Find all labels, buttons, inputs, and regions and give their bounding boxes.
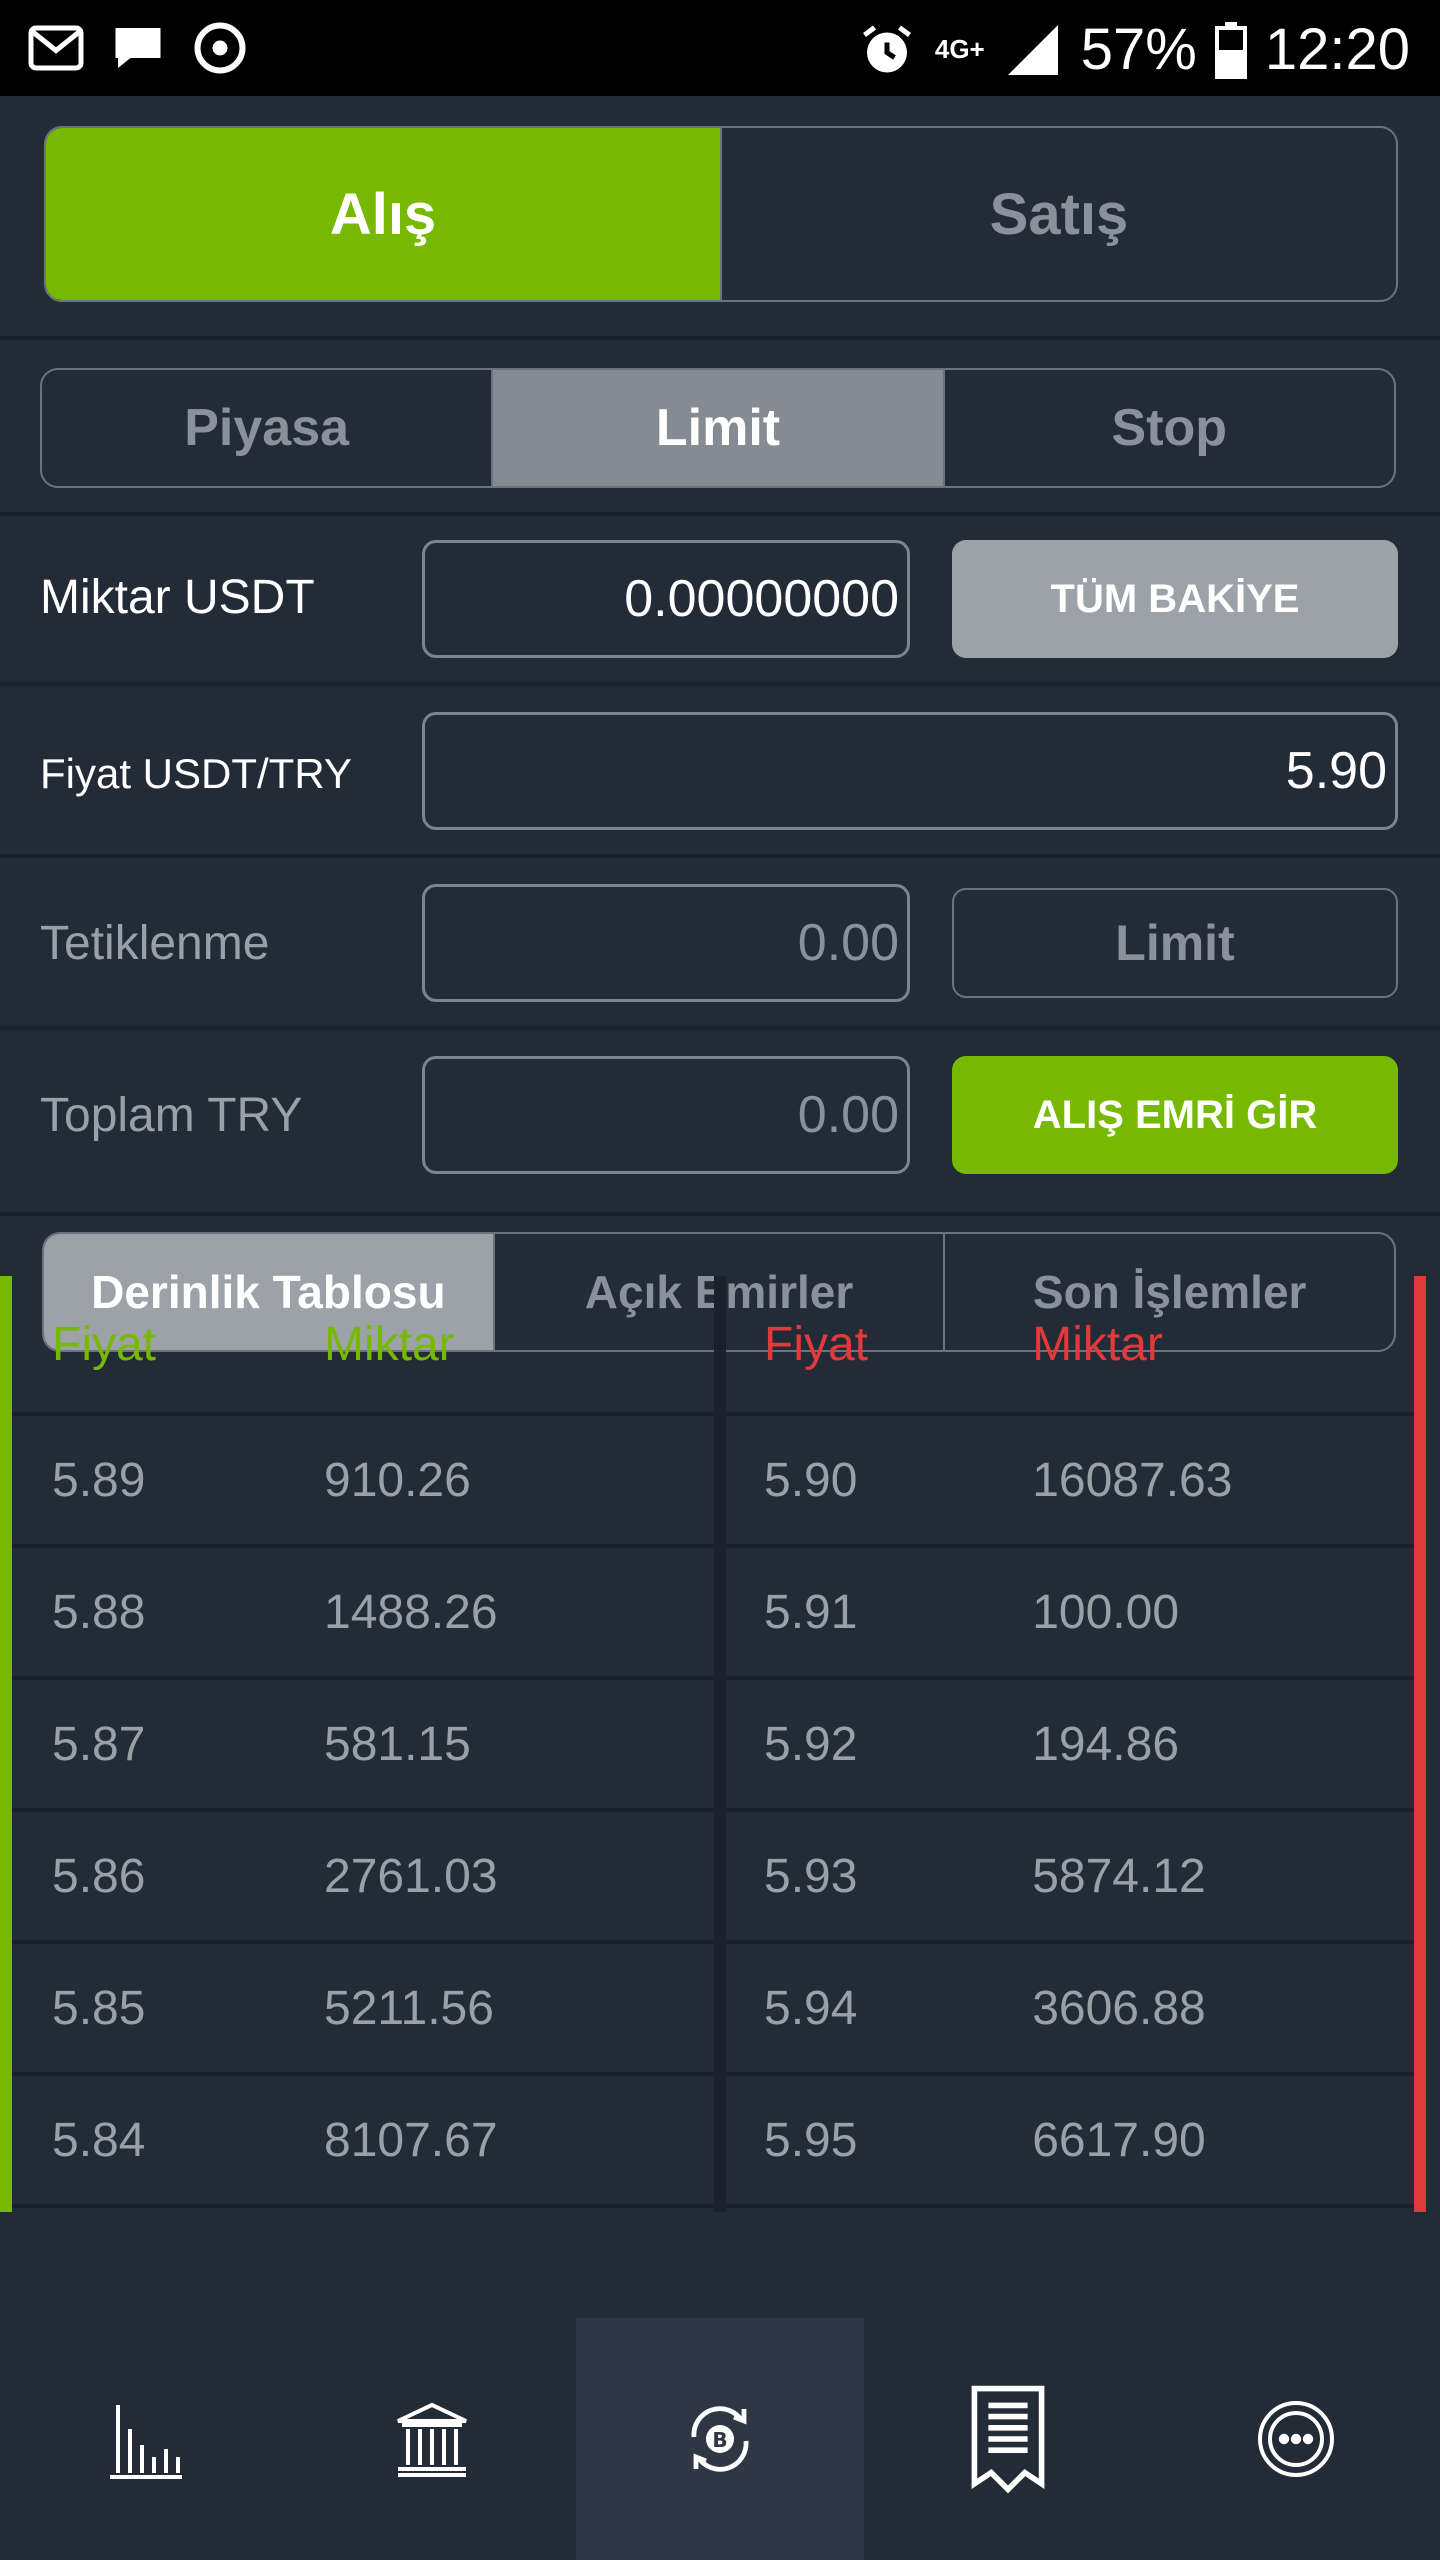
ask-amount: 5874.12 <box>1032 1849 1206 1903</box>
battery-percent: 57% <box>1080 17 1197 82</box>
ask-amount: 6617.90 <box>1032 2113 1206 2167</box>
trigger-label: Tetiklenme <box>40 917 270 970</box>
price-label: Fiyat USDT/TRY <box>40 750 352 797</box>
ask-amount: 3606.88 <box>1032 1981 1206 2035</box>
buy-sell-toggle: Alış Satış <box>44 126 1398 302</box>
price-input[interactable]: 5.90 <box>422 712 1398 830</box>
sync-icon <box>194 22 246 74</box>
divider <box>0 336 1440 340</box>
chart-icon <box>110 2405 182 2479</box>
clock: 12:20 <box>1264 17 1410 82</box>
gmail-icon <box>28 25 84 71</box>
ask-price: 5.90 <box>764 1453 858 1507</box>
limit-tab[interactable]: Limit <box>493 370 945 486</box>
svg-text:B: B <box>712 2428 727 2452</box>
ask-amount-header: Miktar <box>1032 1317 1163 1371</box>
bid-price-header: Fiyat <box>52 1317 157 1371</box>
ask-price: 5.91 <box>764 1585 858 1639</box>
bid-price: 5.89 <box>52 1453 146 1507</box>
table-row[interactable]: 5.89 910.26 <box>12 1416 714 1548</box>
bid-amount: 5211.56 <box>324 1981 494 2035</box>
table-row[interactable]: 5.86 2761.03 <box>12 1812 714 1944</box>
table-row[interactable]: 5.85 5211.56 <box>12 1944 714 2076</box>
signal-icon <box>1007 24 1058 75</box>
table-row[interactable]: 5.92 194.86 <box>726 1680 1414 1812</box>
bid-amount: 1488.26 <box>324 1585 498 1639</box>
table-row[interactable]: 5.90 16087.63 <box>726 1416 1414 1548</box>
more-icon <box>1258 2401 1334 2477</box>
buy-tab[interactable]: Alış <box>46 128 722 300</box>
bids-column: Fiyat Miktar 5.89 910.26 5.88 1488.26 5.87… <box>12 1276 714 2212</box>
stop-tab[interactable]: Stop <box>945 370 1394 486</box>
asks-column: Fiyat Miktar 5.90 16087.63 5.91 100.00 5.9… <box>726 1276 1414 2212</box>
divider <box>0 512 1440 516</box>
bid-amount: 910.26 <box>324 1453 471 1507</box>
bid-price: 5.85 <box>52 1981 146 2035</box>
ask-price: 5.92 <box>764 1717 858 1771</box>
ask-amount: 194.86 <box>1032 1717 1180 1771</box>
order-type-toggle: Piyasa Limit Stop <box>40 368 1396 488</box>
nav-more[interactable] <box>1152 2318 1440 2560</box>
sell-tab[interactable]: Satış <box>722 128 1396 300</box>
table-row[interactable]: 5.88 1488.26 <box>12 1548 714 1680</box>
divider <box>0 1212 1440 1216</box>
battery-icon <box>1214 21 1247 79</box>
bids-header: Fiyat Miktar <box>12 1276 714 1416</box>
ask-indicator-bar <box>1414 1276 1426 2212</box>
table-row[interactable]: 5.95 6617.90 <box>726 2076 1414 2208</box>
ask-price: 5.95 <box>764 2113 858 2167</box>
ask-price-header: Fiyat <box>764 1317 869 1371</box>
bid-amount: 8107.67 <box>324 2113 498 2167</box>
order-book: Fiyat Miktar 5.89 910.26 5.88 1488.26 5.87… <box>0 1276 1440 2212</box>
ask-price: 5.94 <box>764 1981 858 2035</box>
ask-amount: 16087.63 <box>1032 1453 1233 1507</box>
divider <box>0 854 1440 858</box>
submit-buy-order-button[interactable]: ALIŞ EMRİ GİR <box>952 1056 1398 1174</box>
table-row[interactable]: 5.91 100.00 <box>726 1548 1414 1680</box>
bottom-nav: B <box>0 2318 1440 2560</box>
bid-price: 5.87 <box>52 1717 146 1771</box>
table-row[interactable]: 5.84 8107.67 <box>12 2076 714 2208</box>
total-label: Toplam TRY <box>40 1089 303 1142</box>
network-indicator: 4G+ <box>934 34 985 64</box>
table-row[interactable]: 5.93 5874.12 <box>726 1812 1414 1944</box>
amount-label: Miktar USDT <box>40 571 315 624</box>
all-balance-button[interactable]: TÜM BAKİYE <box>952 540 1398 658</box>
nav-orders[interactable] <box>864 2318 1152 2560</box>
bid-price: 5.84 <box>52 2113 146 2167</box>
ask-price: 5.93 <box>764 1849 858 1903</box>
nav-trade[interactable]: B <box>576 2318 864 2560</box>
table-row[interactable]: 5.94 3606.88 <box>726 1944 1414 2076</box>
divider <box>0 1026 1440 1030</box>
bid-amount-header: Miktar <box>324 1317 455 1371</box>
bid-indicator-bar <box>0 1276 12 2212</box>
asks-header: Fiyat Miktar <box>726 1276 1414 1416</box>
message-icon <box>115 28 161 68</box>
bid-price: 5.88 <box>52 1585 146 1639</box>
trigger-type-button[interactable]: Limit <box>952 888 1398 998</box>
trigger-input[interactable]: 0.00 <box>422 884 910 1002</box>
receipt-icon <box>971 2385 1045 2494</box>
bid-amount: 2761.03 <box>324 1849 498 1903</box>
market-tab[interactable]: Piyasa <box>42 370 494 486</box>
total-input[interactable]: 0.00 <box>422 1056 910 1174</box>
table-row[interactable]: 5.87 581.15 <box>12 1680 714 1812</box>
status-bar: 4G+ 57% 12:20 <box>0 0 1440 96</box>
bid-amount: 581.15 <box>324 1717 471 1771</box>
nav-bank[interactable] <box>288 2318 576 2560</box>
alarm-icon <box>862 25 911 72</box>
nav-markets[interactable] <box>0 2318 288 2560</box>
bid-price: 5.86 <box>52 1849 146 1903</box>
column-divider <box>714 1276 726 2212</box>
bitcoin-exchange-icon: B <box>691 2406 749 2472</box>
divider <box>0 682 1440 686</box>
ask-amount: 100.00 <box>1032 1585 1180 1639</box>
amount-input[interactable]: 0.00000000 <box>422 540 910 658</box>
bank-icon <box>397 2402 467 2477</box>
